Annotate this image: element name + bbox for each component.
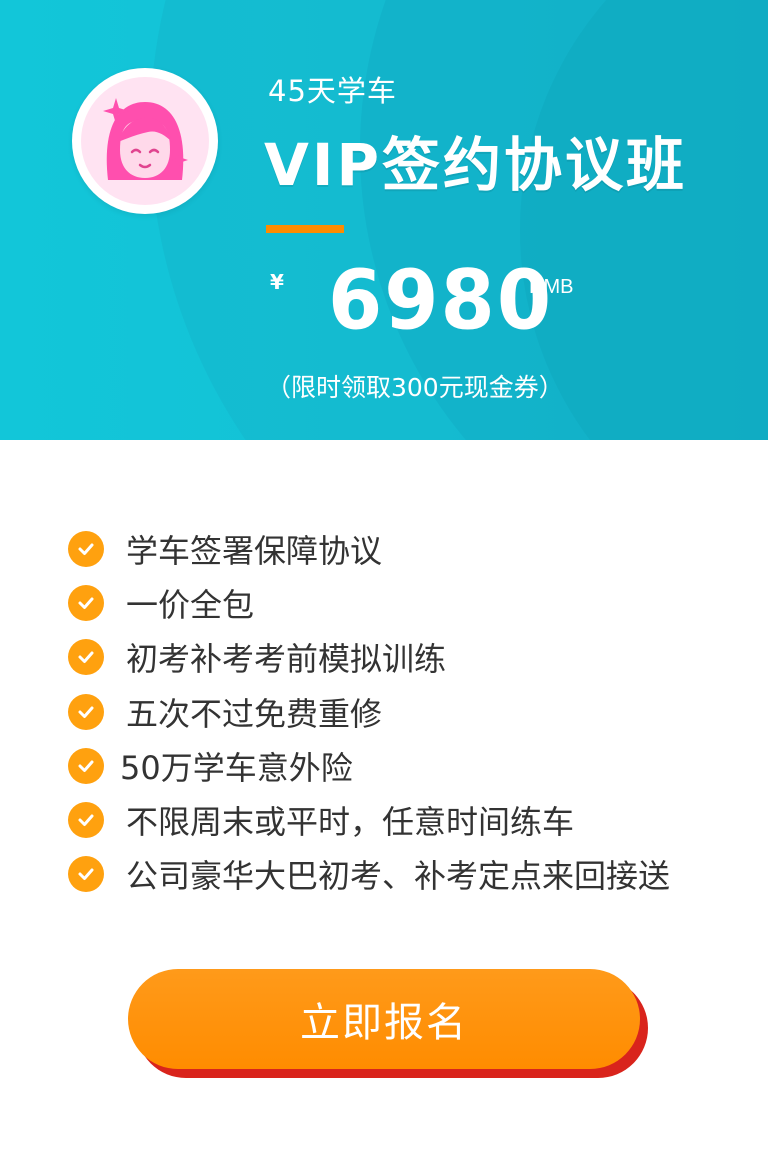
feature-text: 50万学车意外险 — [120, 748, 353, 787]
list-item: 五次不过免费重修 — [68, 685, 748, 739]
list-item: 初考补考考前模拟训练 — [68, 630, 748, 684]
check-circle-icon — [68, 856, 104, 893]
check-circle-icon — [68, 639, 104, 676]
signup-button[interactable]: 立即报名 — [128, 969, 640, 1069]
page-title: VIP签约协议班 — [264, 131, 687, 199]
check-circle-icon — [68, 585, 104, 622]
feature-text: 一价全包 — [126, 586, 255, 625]
feature-text: 五次不过免费重修 — [126, 694, 383, 733]
feature-text: 初考补考考前模拟训练 — [126, 640, 447, 679]
course-duration: 45天学车 — [268, 74, 397, 108]
header-banner: 45天学车 VIP签约协议班 ¥ 6980 RMB （限时领取300元现金券） — [0, 0, 768, 440]
girl-face-icon — [81, 77, 209, 205]
price-symbol: ¥ — [270, 270, 284, 294]
check-circle-icon — [68, 693, 104, 730]
feature-text: 公司豪华大巴初考、补考定点来回接送 — [126, 857, 671, 896]
price-value: 6980 — [328, 253, 554, 349]
list-item: 不限周末或平时，任意时间练车 — [68, 793, 748, 847]
feature-text: 学车签署保障协议 — [126, 532, 383, 571]
check-circle-icon — [68, 747, 104, 784]
coupon-note: （限时领取300元现金券） — [266, 373, 564, 402]
check-circle-icon — [68, 802, 104, 839]
title-underline — [266, 225, 344, 233]
list-item: 50万学车意外险 — [68, 739, 748, 793]
price-currency: RMB — [529, 276, 574, 298]
feature-text: 不限周末或平时，任意时间练车 — [126, 803, 575, 842]
check-circle-icon — [68, 531, 104, 568]
list-item: 公司豪华大巴初考、补考定点来回接送 — [68, 847, 748, 901]
feature-list: 学车签署保障协议 一价全包 初考补考考前模拟训练 五次不过免费重修 50万学车意… — [68, 522, 748, 901]
list-item: 一价全包 — [68, 576, 748, 630]
avatar — [72, 68, 218, 214]
list-item: 学车签署保障协议 — [68, 522, 748, 576]
